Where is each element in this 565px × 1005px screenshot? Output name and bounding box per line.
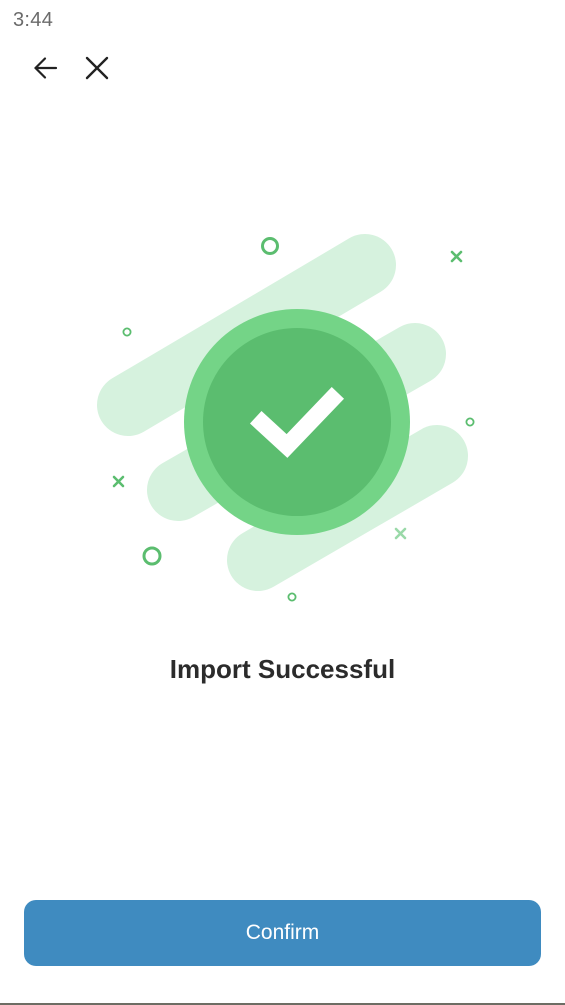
close-icon bbox=[85, 56, 109, 80]
success-illustration bbox=[0, 220, 565, 610]
confirm-button[interactable]: Confirm bbox=[24, 900, 541, 966]
decor-cross-bottom-right bbox=[394, 527, 407, 540]
confirm-button-label: Confirm bbox=[245, 921, 320, 944]
success-graphic bbox=[97, 234, 475, 602]
decor-ring-bottom bbox=[287, 592, 297, 602]
decor-cross-top-right bbox=[450, 250, 463, 263]
decor-ring-small-left bbox=[122, 327, 132, 337]
success-circle-inner bbox=[203, 328, 391, 516]
back-button[interactable] bbox=[24, 46, 68, 90]
decor-ring-bottom-left bbox=[142, 546, 162, 566]
decor-ring-top bbox=[261, 237, 279, 255]
status-bar-time: 3:44 bbox=[13, 9, 54, 31]
decor-ring-small-right bbox=[465, 417, 475, 427]
arrow-left-icon bbox=[34, 57, 58, 79]
decor-cross-left bbox=[112, 475, 125, 488]
close-button[interactable] bbox=[75, 46, 119, 90]
page-title: Import Successful bbox=[169, 654, 396, 684]
